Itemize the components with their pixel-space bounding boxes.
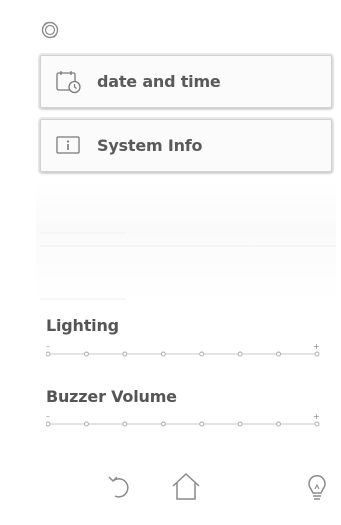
lighting-max-symbol: + xyxy=(313,343,320,351)
buzzer-min-symbol: – xyxy=(46,413,50,421)
lighting-slider-tick[interactable] xyxy=(314,351,320,357)
buzzer-slider-tick[interactable] xyxy=(276,421,282,427)
buzzer-slider-tick[interactable] xyxy=(122,421,128,427)
date-and-time-button[interactable]: date and time xyxy=(40,55,332,108)
divider xyxy=(40,232,126,234)
home-icon[interactable] xyxy=(168,469,204,505)
buzzer-slider-tick[interactable] xyxy=(46,421,51,427)
lightbulb-icon[interactable] xyxy=(299,469,335,505)
calendar-clock-icon xyxy=(56,71,81,94)
buzzer-slider-tick[interactable] xyxy=(83,421,89,427)
lighting-slider-tick[interactable] xyxy=(237,351,243,357)
buzzer-slider-tick[interactable] xyxy=(160,421,166,427)
divider xyxy=(40,298,126,300)
lighting-slider-tick[interactable] xyxy=(46,351,51,357)
lighting-min-symbol: – xyxy=(46,343,50,351)
lighting-slider-tick[interactable] xyxy=(83,351,89,357)
buzzer-slider-tick[interactable] xyxy=(314,421,320,427)
system-info-button[interactable]: System Info xyxy=(40,119,332,172)
lighting-slider-tick[interactable] xyxy=(276,351,282,357)
empty-area xyxy=(36,180,336,300)
lighting-slider[interactable]: – + xyxy=(46,343,320,359)
lighting-slider-tick[interactable] xyxy=(122,351,128,357)
buzzer-volume-slider[interactable]: – + xyxy=(46,413,320,429)
sync-icon[interactable] xyxy=(39,19,61,41)
buzzer-volume-title: Buzzer Volume xyxy=(46,387,177,406)
buzzer-slider-tick[interactable] xyxy=(199,421,205,427)
back-icon[interactable] xyxy=(102,469,138,505)
lighting-slider-tick[interactable] xyxy=(199,351,205,357)
divider xyxy=(40,245,336,247)
lighting-title: Lighting xyxy=(46,316,119,335)
system-info-label: System Info xyxy=(97,136,203,155)
buzzer-max-symbol: + xyxy=(313,413,320,421)
lighting-slider-tick[interactable] xyxy=(160,351,166,357)
info-icon xyxy=(56,136,80,154)
date-and-time-label: date and time xyxy=(97,72,221,91)
buzzer-slider-tick[interactable] xyxy=(237,421,243,427)
